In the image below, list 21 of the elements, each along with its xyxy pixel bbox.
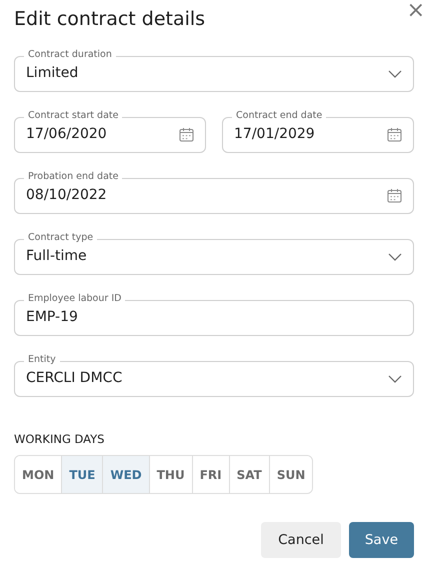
day-toggle[interactable]: WED (102, 456, 149, 494)
field-label: Contract type (24, 232, 98, 244)
dialog-title: Edit contract details (14, 7, 206, 31)
date-field[interactable]: 17/01/2029 (222, 116, 414, 153)
select-field[interactable]: Limited (14, 56, 414, 92)
cancel-button[interactable]: Cancel (261, 522, 341, 558)
date-field[interactable]: 17/06/2020 (14, 116, 206, 153)
field-label: Employee labour ID (24, 292, 126, 305)
close-button[interactable]: × (404, 0, 427, 22)
chevron-down-icon (388, 374, 402, 383)
date-field[interactable]: 08/10/2022 (14, 178, 414, 214)
day-toggle[interactable]: SUN (268, 456, 312, 494)
save-button[interactable]: Save (348, 522, 414, 558)
section-heading: WORKING DAYS (14, 430, 106, 448)
calendar-icon (179, 127, 194, 142)
day-toggle[interactable]: TUE (61, 456, 102, 494)
chevron-down-icon (388, 70, 402, 78)
calendar-icon (387, 127, 402, 142)
field-label: Entity (24, 354, 60, 366)
chevron-down-icon (388, 252, 402, 261)
calendar-icon (387, 188, 402, 204)
